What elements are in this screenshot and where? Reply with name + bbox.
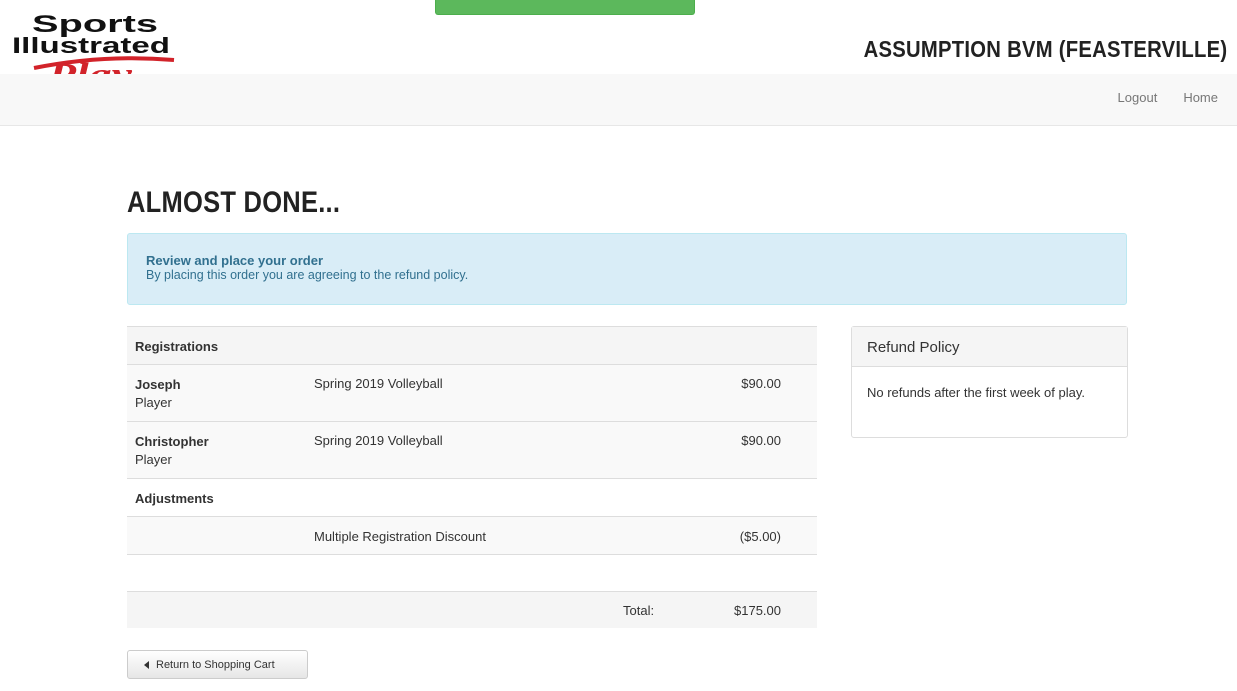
- registrant-name: Joseph: [135, 377, 181, 392]
- refund-policy-panel: Refund Policy No refunds after the first…: [851, 326, 1128, 438]
- organization-title: ASSUMPTION BVM (FEASTERVILLE): [863, 36, 1227, 62]
- nav-links: Logout Home: [1105, 90, 1231, 105]
- svg-text:Illustrated: Illustrated: [12, 33, 170, 58]
- review-alert: Review and place your order By placing t…: [127, 233, 1127, 305]
- registrant-role: Player: [135, 452, 172, 467]
- table-row: Joseph Player Spring 2019 Volleyball $90…: [127, 364, 817, 421]
- registrations-header-row: Registrations: [127, 326, 817, 364]
- registrant: Christopher Player: [135, 433, 209, 469]
- adjustment-row: Multiple Registration Discount ($5.00): [127, 516, 817, 554]
- top-navbar: Logout Home: [0, 74, 1237, 126]
- registrations-label: Registrations: [135, 339, 219, 354]
- top-action-button[interactable]: [435, 0, 695, 15]
- total-label: Total:: [623, 603, 655, 618]
- adjustment-amount: ($5.00): [739, 529, 781, 544]
- registrant-role: Player: [135, 395, 172, 410]
- page-title: ALMOST DONE...: [127, 186, 341, 219]
- total-row: Total: $175.00: [127, 591, 817, 628]
- home-link[interactable]: Home: [1170, 90, 1231, 105]
- adjustments-label: Adjustments: [135, 491, 214, 506]
- alert-text: By placing this order you are agreeing t…: [146, 268, 469, 282]
- program-name: Spring 2019 Volleyball: [314, 433, 443, 448]
- refund-policy-text: No refunds after the first week of play.: [867, 385, 1085, 400]
- spacer-row: [127, 554, 817, 591]
- caret-left-icon: [144, 660, 149, 669]
- line-amount: $90.00: [741, 433, 781, 448]
- alert-title: Review and place your order: [146, 253, 324, 268]
- line-amount: $90.00: [741, 376, 781, 391]
- total-amount: $175.00: [734, 603, 781, 618]
- program-name: Spring 2019 Volleyball: [314, 376, 443, 391]
- registrant-name: Christopher: [135, 434, 209, 449]
- logout-link[interactable]: Logout: [1105, 90, 1171, 105]
- registrant: Joseph Player: [135, 376, 181, 412]
- return-to-cart-label: Return to Shopping Cart: [156, 658, 275, 671]
- table-row: Christopher Player Spring 2019 Volleybal…: [127, 421, 817, 478]
- refund-policy-title: Refund Policy: [852, 327, 1127, 367]
- adjustment-description: Multiple Registration Discount: [314, 529, 486, 544]
- adjustments-header-row: Adjustments: [127, 478, 817, 516]
- order-summary-table: Registrations Joseph Player Spring 2019 …: [127, 326, 817, 628]
- return-to-cart-button[interactable]: Return to Shopping Cart: [127, 650, 308, 679]
